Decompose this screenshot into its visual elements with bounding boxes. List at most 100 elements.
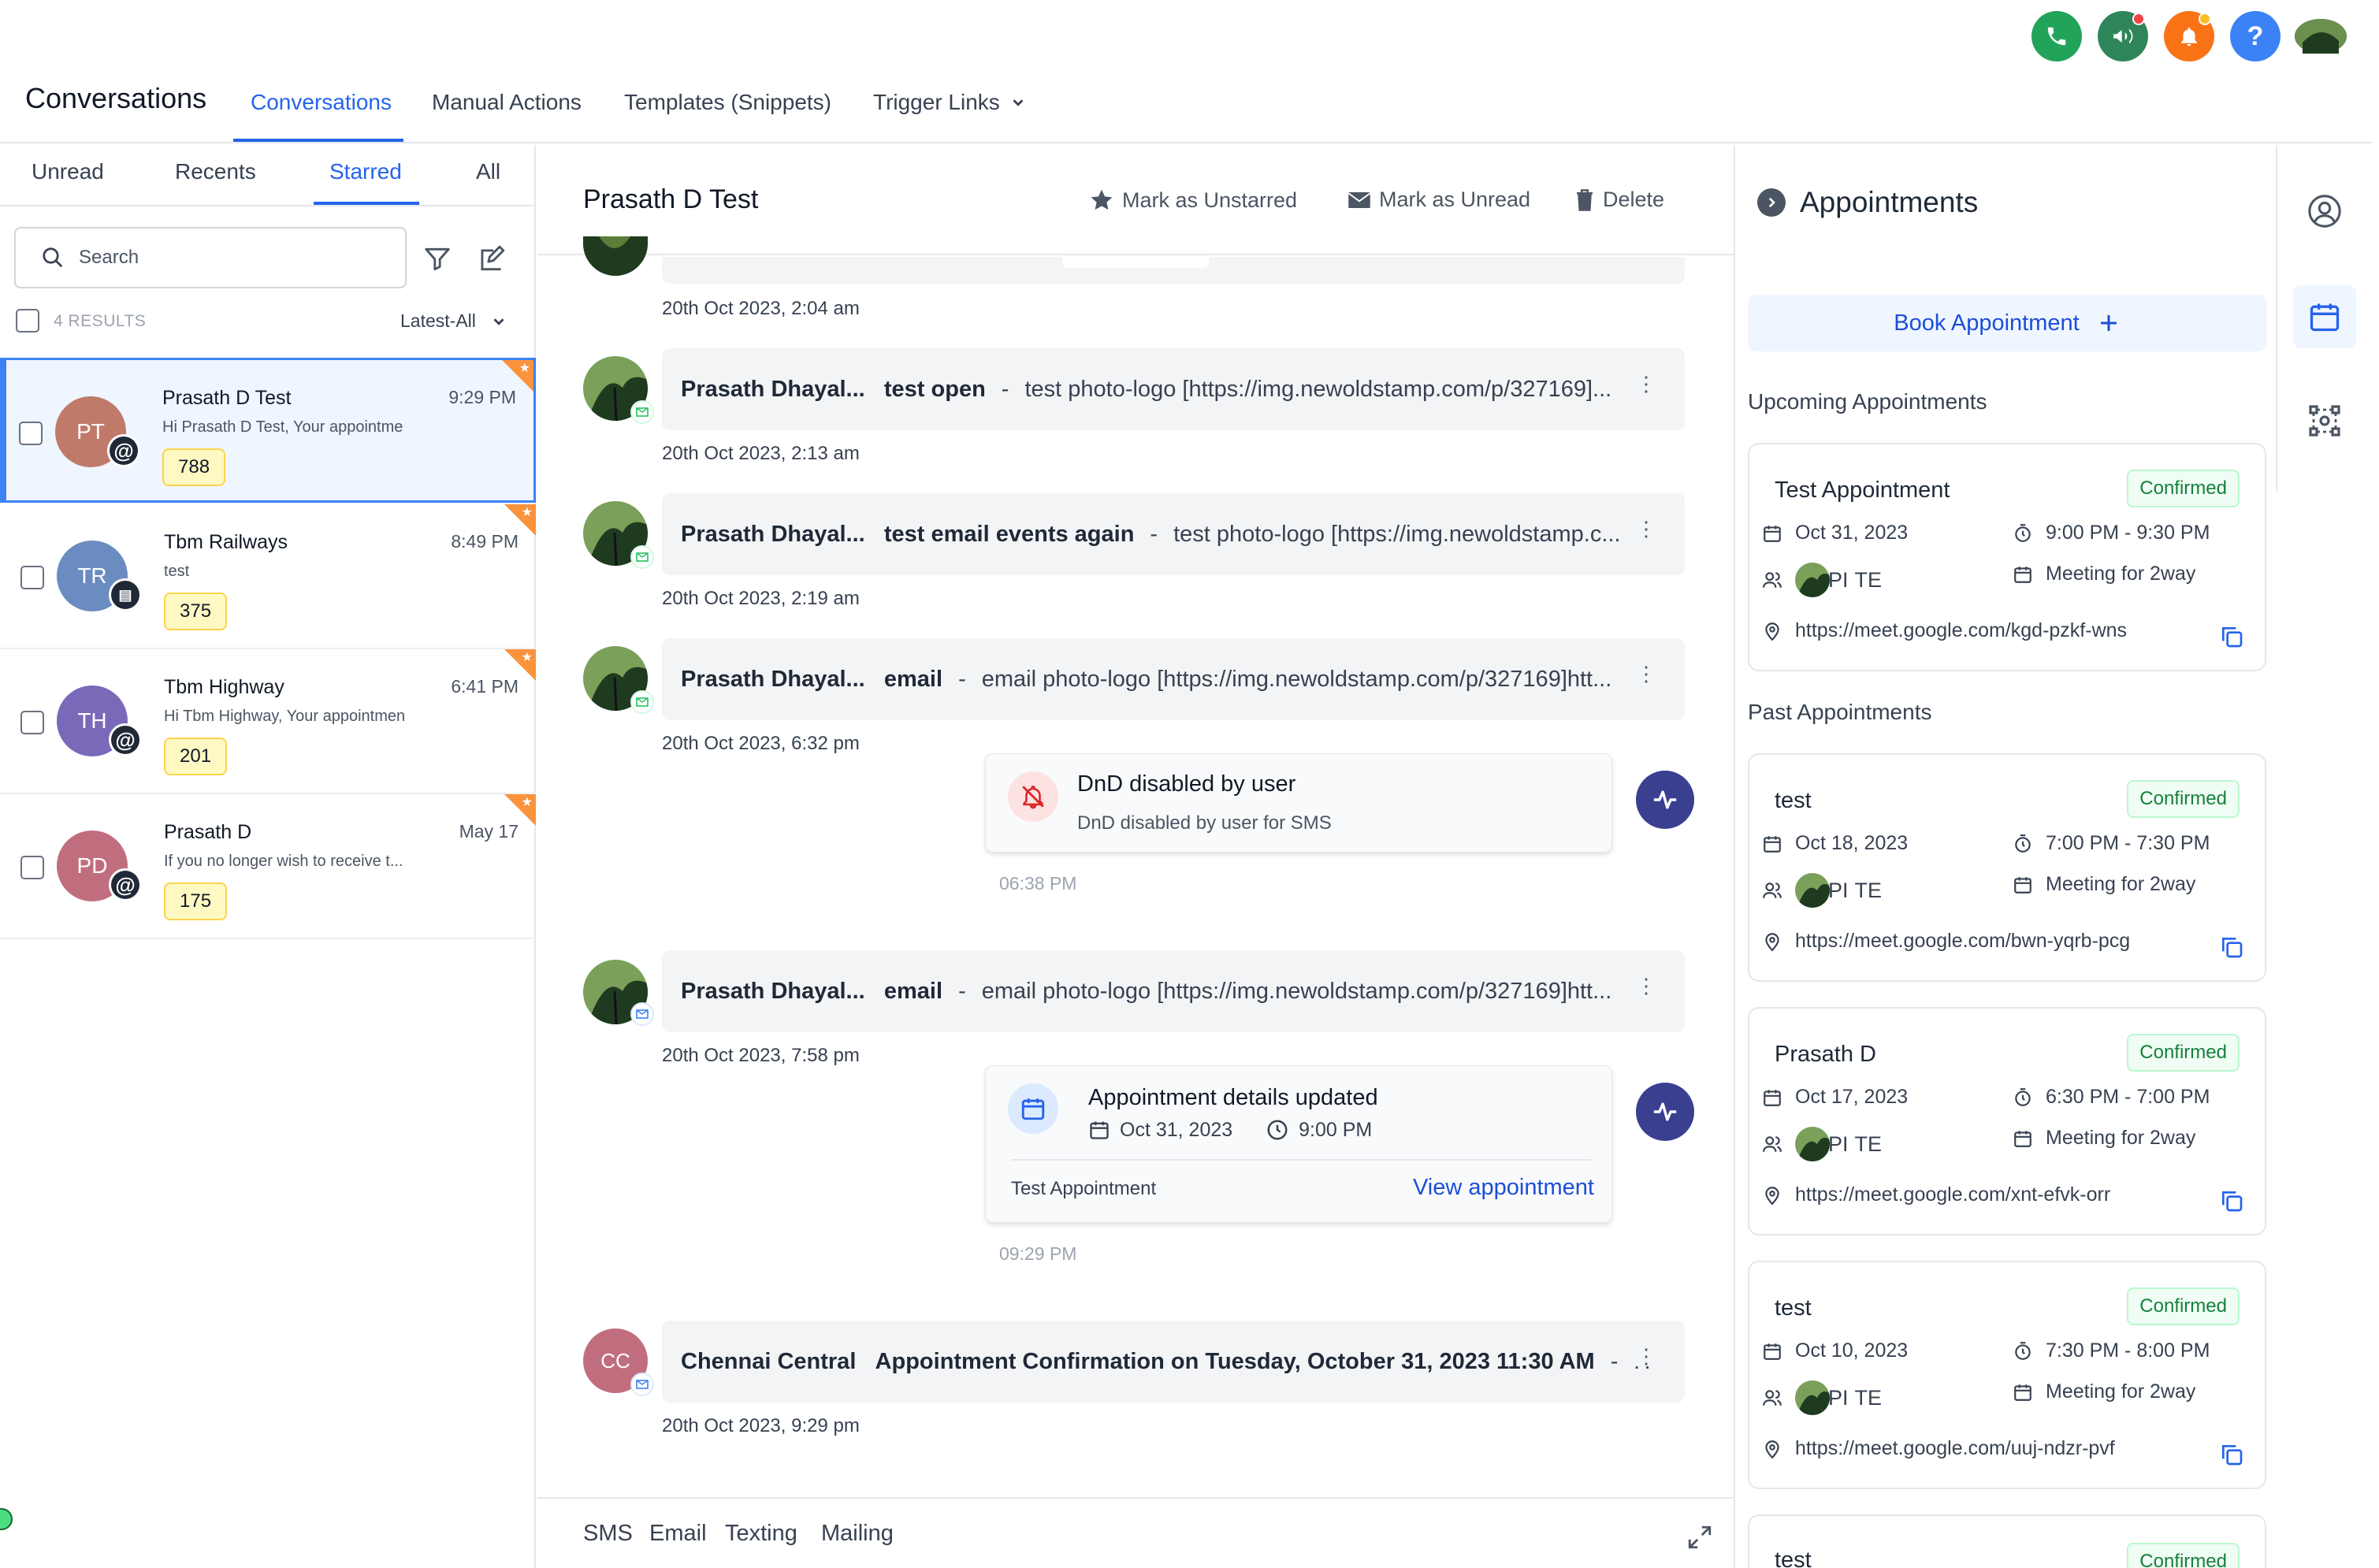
help-icon[interactable]: ? (2230, 11, 2280, 61)
contact-name: Prasath D Test (583, 184, 759, 214)
appointment-link-row: https://meet.google.com/kgd-pzkf-wns (1762, 619, 2127, 642)
message-bubble[interactable] (662, 257, 1685, 284)
bell-off-icon (1008, 771, 1058, 822)
message-separator: - (958, 978, 966, 1004)
conversation-checkbox[interactable] (19, 422, 43, 445)
email-channel-icon: @ (109, 723, 142, 756)
appointment-calendar: Meeting for 2way (2046, 563, 2196, 585)
copy-icon[interactable] (2219, 934, 2244, 960)
appointment-time-row: 7:30 PM - 8:00 PM (2013, 1339, 2210, 1362)
conversation-checkbox[interactable] (20, 566, 44, 589)
tab-manual-actions[interactable]: Manual Actions (432, 90, 582, 115)
more-options-icon[interactable]: ⋮ (1628, 1346, 1656, 1366)
attendee-avatar (1795, 1127, 1830, 1161)
message-bubble[interactable]: Chennai Central Appointment Confirmation… (662, 1321, 1685, 1403)
conversation-time: 8:49 PM (451, 531, 519, 552)
appointment-link[interactable]: https://meet.google.com/uuj-ndzr-pvf (1795, 1437, 2115, 1460)
more-options-icon[interactable]: ⋮ (1636, 663, 1656, 684)
mark-unstarred-button[interactable]: Mark as Unstarred (1089, 188, 1297, 213)
appointment-calendar-row: Meeting for 2way (2013, 873, 2195, 896)
tab-templates[interactable]: Templates (Snippets) (624, 90, 831, 115)
appointment-date: Oct 10, 2023 (1795, 1339, 1909, 1362)
email-channel-icon (630, 1373, 654, 1396)
book-appointment-button[interactable]: Book Appointment (1748, 295, 2266, 351)
past-appointments-label: Past Appointments (1748, 700, 1932, 724)
message-body: test photo-logo [https://img.newoldstamp… (1173, 521, 1621, 547)
conversation-name: Tbm Railways (164, 531, 288, 553)
chevron-down-icon (493, 318, 504, 325)
appointment-date-row: Oct 18, 2023 (1762, 832, 1908, 855)
activity-icon[interactable] (1636, 1083, 1694, 1141)
calendar-icon (1764, 525, 1781, 542)
more-options-icon[interactable]: ⋮ (1636, 975, 1656, 996)
conversation-name: Prasath D (164, 821, 252, 843)
appointment-card[interactable]: test Confirmed Oct 10, 2023 7:30 PM - 8:… (1748, 1261, 2266, 1489)
mark-unread-button[interactable]: Mark as Unread (1347, 188, 1530, 212)
activity-icon[interactable] (1636, 771, 1694, 829)
composer-tab-email[interactable]: Email (649, 1521, 707, 1547)
composer-tab-texting[interactable]: Texting (725, 1521, 797, 1547)
email-channel-icon (630, 690, 654, 714)
filter-tab-unread[interactable]: Unread (32, 159, 104, 184)
conversation-item[interactable]: ★ TH @ Tbm Highway 6:41 PM Hi Tbm Highwa… (0, 649, 536, 794)
appointment-card[interactable]: Prasath D Confirmed Oct 17, 2023 6:30 PM… (1748, 1007, 2266, 1235)
message-bubble[interactable]: Prasath Dhayal... email - email photo-logo… (662, 638, 1685, 720)
phone-icon[interactable] (2031, 11, 2082, 61)
search-input[interactable] (79, 247, 378, 269)
appointment-card[interactable]: test Confirmed Oct 18, 2023 7:00 PM - 7:… (1748, 753, 2266, 982)
message-bubble[interactable]: Prasath Dhayal... test email events agai… (662, 493, 1685, 575)
delete-button[interactable]: Delete (1574, 188, 1664, 212)
filter-tab-recents[interactable]: Recents (175, 159, 256, 184)
more-options-icon[interactable]: ⋮ (1636, 373, 1656, 394)
megaphone-icon[interactable] (2098, 11, 2148, 61)
calendar-icon[interactable] (2293, 285, 2356, 348)
tab-conversations[interactable]: Conversations (251, 90, 392, 115)
view-appointment-link[interactable]: View appointment (1413, 1175, 1594, 1201)
message-bubble[interactable]: Prasath Dhayal... test open - test photo-l… (662, 348, 1685, 430)
appointment-time-row: 9:00 PM - 9:30 PM (2013, 522, 2210, 544)
copy-icon[interactable] (2219, 1188, 2244, 1213)
calendar-icon (1764, 835, 1781, 853)
contact-icon[interactable] (2293, 180, 2356, 243)
conversation-item[interactable]: ★ PD @ Prasath D May 17 If you no longer… (0, 794, 536, 939)
user-avatar[interactable] (2295, 19, 2347, 54)
select-all-checkbox[interactable] (16, 309, 39, 333)
more-options-icon[interactable]: ⋮ (1636, 518, 1656, 539)
expand-icon[interactable] (1686, 1524, 1713, 1551)
automation-icon[interactable] (2293, 389, 2356, 452)
conversation-item[interactable]: ★ TR ▤ Tbm Railways 8:49 PM test 375 (0, 504, 536, 649)
delete-label: Delete (1603, 188, 1665, 211)
copy-icon[interactable] (2219, 1442, 2244, 1467)
tab-trigger-links[interactable]: Trigger Links (873, 90, 1027, 115)
event-timestamp: 09:29 PM (999, 1243, 1077, 1264)
message-subject: test open (883, 376, 986, 402)
compose-icon[interactable] (476, 244, 506, 274)
conversation-item[interactable]: ★ PT @ Prasath D Test 9:29 PM Hi Prasath… (0, 358, 536, 503)
sort-dropdown[interactable]: Latest-All (400, 310, 507, 332)
appointment-link[interactable]: https://meet.google.com/bwn-yqrb-pcg (1795, 930, 2130, 953)
appointment-link[interactable]: https://meet.google.com/xnt-efvk-orr (1795, 1183, 2110, 1206)
composer-tab-sms[interactable]: SMS (583, 1521, 633, 1547)
status-indicator[interactable] (0, 1508, 13, 1530)
filter-icon[interactable] (422, 244, 452, 274)
email-channel-icon (630, 545, 654, 569)
bell-icon[interactable] (2164, 11, 2214, 61)
appointment-link[interactable]: https://meet.google.com/kgd-pzkf-wns (1795, 619, 2127, 642)
filter-tab-starred[interactable]: Starred (329, 159, 402, 184)
location-icon (1765, 622, 1779, 641)
conversation-checkbox[interactable] (20, 711, 44, 734)
composer-tab-mailing[interactable]: Mailing (821, 1521, 894, 1547)
copy-icon[interactable] (2219, 624, 2244, 649)
appointment-card[interactable]: test Confirmed (1748, 1514, 2266, 1568)
message-bubble[interactable]: Prasath Dhayal... email - email photo-logo… (662, 950, 1685, 1032)
dnd-event-card: DnD disabled by user DnD disabled by use… (985, 753, 1612, 853)
dnd-subtitle: DnD disabled by user for SMS (1077, 812, 1332, 834)
filter-tab-all[interactable]: All (476, 159, 500, 184)
attendee-initials: PI (1828, 878, 1849, 902)
mark-unstarred-label: Mark as Unstarred (1122, 188, 1298, 212)
status-badge: Confirmed (2127, 1287, 2240, 1325)
conversation-checkbox[interactable] (20, 856, 44, 879)
appointment-attendees-row: PI TE (1762, 1127, 1882, 1161)
appointment-card[interactable]: Test Appointment Confirmed Oct 31, 2023 … (1748, 443, 2266, 671)
collapse-panel-icon[interactable] (1757, 188, 1786, 217)
